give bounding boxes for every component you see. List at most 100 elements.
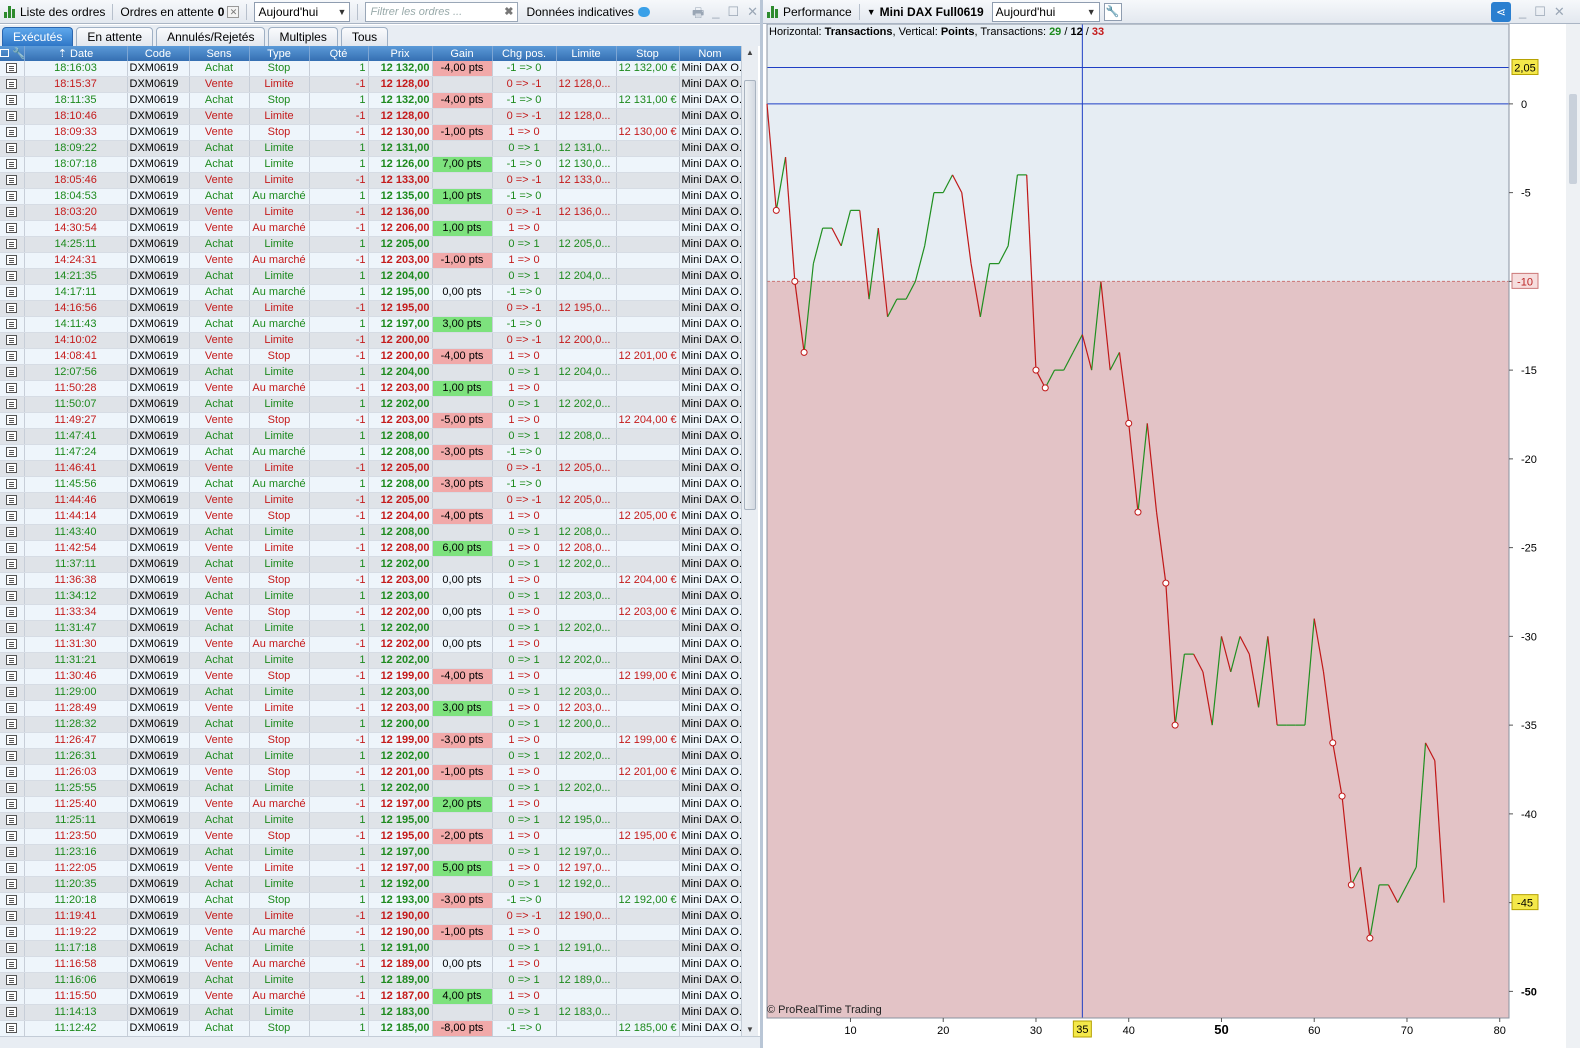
order-details-icon[interactable] [6, 303, 18, 314]
instrument-select[interactable]: ▼ Mini DAX Full0619 [863, 0, 988, 24]
cell-detail[interactable] [0, 604, 25, 622]
perf-period-select[interactable]: Aujourd'hui ▼ [991, 1, 1100, 22]
cell-detail[interactable] [0, 668, 25, 686]
cell-detail[interactable] [0, 476, 25, 494]
table-row[interactable]: 11:19:41 DXM0619 Vente Limite -1 12 190,00 0 =… [0, 908, 741, 926]
order-details-icon[interactable] [6, 271, 18, 282]
indicative-data-label[interactable]: Données indicatives [522, 0, 653, 24]
table-row[interactable]: 14:10:02 DXM0619 Vente Limite -1 12 200,00 0 =… [0, 332, 741, 350]
order-details-icon[interactable] [6, 95, 18, 106]
cell-detail[interactable] [0, 1004, 25, 1022]
column-stop[interactable]: Stop [616, 46, 680, 61]
column-gain[interactable]: Gain [432, 46, 493, 61]
table-row[interactable]: 18:07:18 DXM0619 Achat Limite 1 12 126,00 7,00… [0, 156, 741, 174]
table-row[interactable]: 14:25:11 DXM0619 Achat Limite 1 12 205,00 0 =>… [0, 236, 741, 254]
order-details-icon[interactable] [6, 687, 18, 698]
order-details-icon[interactable] [6, 143, 18, 154]
table-row[interactable]: 11:25:11 DXM0619 Achat Limite 1 12 195,00 0 =>… [0, 812, 741, 830]
column-chg-pos[interactable]: Chg pos. [492, 46, 557, 61]
cell-detail[interactable] [0, 252, 25, 270]
cell-detail[interactable] [0, 972, 25, 990]
table-row[interactable]: 11:34:12 DXM0619 Achat Limite 1 12 203,00 0 =>… [0, 588, 741, 606]
order-details-icon[interactable] [6, 943, 18, 954]
cell-detail[interactable] [0, 236, 25, 254]
order-details-icon[interactable] [6, 335, 18, 346]
close-icon[interactable]: ✕ [1554, 4, 1565, 20]
cell-detail[interactable] [0, 268, 25, 286]
order-details-icon[interactable] [6, 447, 18, 458]
table-row[interactable]: 11:33:34 DXM0619 Vente Stop -1 12 202,00 0,00 … [0, 604, 741, 622]
table-row[interactable]: 18:11:35 DXM0619 Achat Stop 1 12 132,00 -4,00 … [0, 92, 741, 110]
pending-orders-label[interactable]: Ordres en attente 0 ✕ [116, 0, 243, 24]
order-details-icon[interactable] [6, 207, 18, 218]
table-row[interactable]: 11:26:47 DXM0619 Vente Stop -1 12 199,00 -3,00… [0, 732, 741, 750]
table-row[interactable]: 11:16:06 DXM0619 Achat Limite 1 12 189,00 0 =>… [0, 972, 741, 990]
cell-detail[interactable] [0, 76, 25, 94]
order-details-icon[interactable] [6, 367, 18, 378]
table-row[interactable]: 11:45:56 DXM0619 Achat Au marché 1 12 208,00-… [0, 476, 741, 494]
cell-detail[interactable] [0, 844, 25, 862]
table-row[interactable]: 11:17:18 DXM0619 Achat Limite 1 12 191,00 0 =>… [0, 940, 741, 958]
table-row[interactable]: 11:22:05 DXM0619 Vente Limite -1 12 197,00 5,0… [0, 860, 741, 878]
cell-detail[interactable] [0, 988, 25, 1006]
cell-detail[interactable] [0, 716, 25, 734]
cell-detail[interactable] [0, 588, 25, 606]
table-row[interactable]: 11:26:31 DXM0619 Achat Limite 1 12 202,00 0 =>… [0, 748, 741, 766]
table-row[interactable]: 18:05:46 DXM0619 Vente Limite -1 12 133,00 0 =… [0, 172, 741, 190]
cell-detail[interactable] [0, 620, 25, 638]
cell-detail[interactable] [0, 188, 25, 206]
cell-detail[interactable] [0, 556, 25, 574]
table-row[interactable]: 14:21:35 DXM0619 Achat Limite 1 12 204,00 0 =>… [0, 268, 741, 286]
order-details-icon[interactable] [6, 79, 18, 90]
table-settings-header[interactable]: 🔧 [0, 46, 25, 61]
order-details-icon[interactable] [6, 639, 18, 650]
table-row[interactable]: 11:28:32 DXM0619 Achat Limite 1 12 200,00 0 =>… [0, 716, 741, 734]
table-row[interactable]: 11:44:46 DXM0619 Vente Limite -1 12 205,00 0 =… [0, 492, 741, 510]
cell-detail[interactable] [0, 140, 25, 158]
table-row[interactable]: 18:15:37 DXM0619 Vente Limite -1 12 128,00 0 =… [0, 76, 741, 94]
table-row[interactable]: 11:50:28 DXM0619 Vente Au marché -1 12 203,00… [0, 380, 741, 398]
order-details-icon[interactable] [6, 879, 18, 890]
table-row[interactable]: 18:09:22 DXM0619 Achat Limite 1 12 131,00 0 =>… [0, 140, 741, 158]
cell-detail[interactable] [0, 524, 25, 542]
table-row[interactable]: 11:31:30 DXM0619 Vente Au marché -1 12 202,00… [0, 636, 741, 654]
order-details-icon[interactable] [6, 863, 18, 874]
cell-detail[interactable] [0, 61, 25, 78]
order-details-icon[interactable] [6, 927, 18, 938]
table-row[interactable]: 14:16:56 DXM0619 Vente Limite -1 12 195,00 0 =… [0, 300, 741, 318]
minimize-icon[interactable]: _ [1519, 4, 1526, 20]
cell-detail[interactable] [0, 444, 25, 462]
orders-list-title[interactable]: Liste des ordres [0, 0, 109, 24]
order-details-icon[interactable] [6, 831, 18, 842]
table-row[interactable]: 18:03:20 DXM0619 Vente Limite -1 12 136,00 0 =… [0, 204, 741, 222]
order-details-icon[interactable] [6, 463, 18, 474]
table-row[interactable]: 11:23:16 DXM0619 Achat Limite 1 12 197,00 0 =>… [0, 844, 741, 862]
cell-detail[interactable] [0, 780, 25, 798]
order-details-icon[interactable] [6, 319, 18, 330]
table-row[interactable]: 18:04:53 DXM0619 Achat Au marché 1 12 135,00 1… [0, 188, 741, 206]
cell-detail[interactable] [0, 508, 25, 526]
column-limite[interactable]: Limite [556, 46, 617, 61]
cell-detail[interactable] [0, 860, 25, 878]
cell-detail[interactable] [0, 284, 25, 302]
clear-filter-icon[interactable]: ✖ [504, 5, 513, 18]
cell-detail[interactable] [0, 380, 25, 398]
order-details-icon[interactable] [6, 527, 18, 538]
table-row[interactable]: 18:09:33 DXM0619 Vente Stop -1 12 130,00 -1,00… [0, 124, 741, 142]
table-row[interactable]: 11:30:46 DXM0619 Vente Stop -1 12 199,00 -4,00… [0, 668, 741, 686]
table-row[interactable]: 11:42:54 DXM0619 Vente Limite -1 12 208,00 6,0… [0, 540, 741, 558]
scrollbar-thumb[interactable] [744, 80, 756, 510]
share-button[interactable]: ⋖ [1491, 2, 1511, 22]
column-date[interactable]: ⇡ Date [24, 46, 128, 61]
order-details-icon[interactable] [6, 991, 18, 1002]
table-row[interactable]: 11:25:55 DXM0619 Achat Limite 1 12 202,00 0 =>… [0, 780, 741, 798]
cell-detail[interactable] [0, 156, 25, 174]
cell-detail[interactable] [0, 396, 25, 414]
close-icon[interactable]: ✕ [747, 4, 758, 26]
column-sens[interactable]: Sens [189, 46, 250, 61]
cell-detail[interactable] [0, 748, 25, 766]
table-row[interactable]: 11:12:42 DXM0619 Achat Stop 1 12 185,00 -8,00 … [0, 1020, 741, 1036]
table-row[interactable]: 18:16:03 DXM0619 Achat Stop 1 12 132,00 -4,00 … [0, 61, 741, 78]
order-details-icon[interactable] [6, 399, 18, 410]
cell-detail[interactable] [0, 348, 25, 366]
